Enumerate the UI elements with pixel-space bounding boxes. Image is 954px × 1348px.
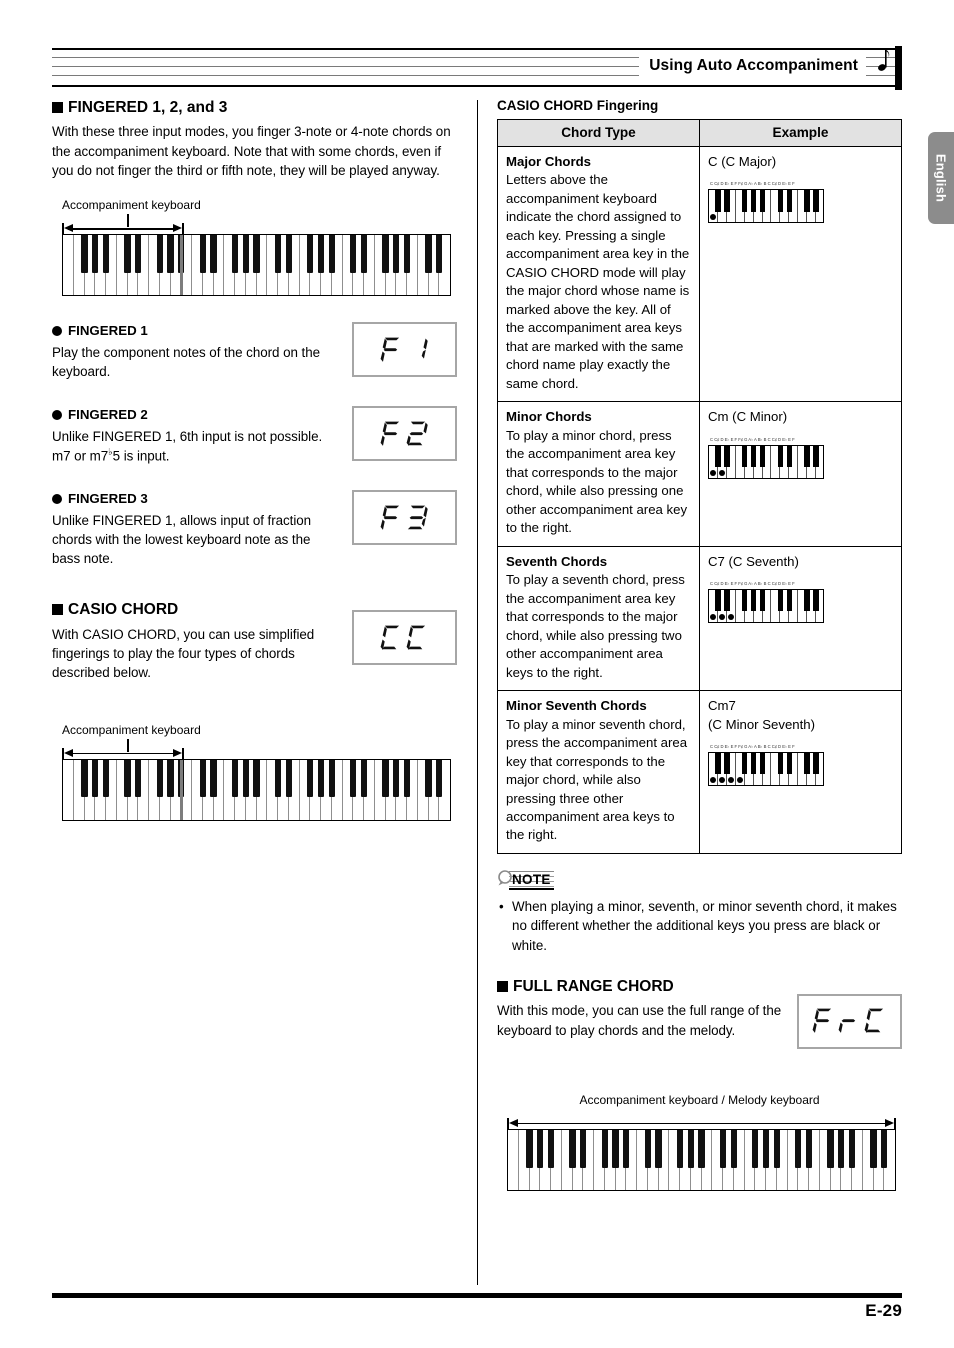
mini-keyboard-diagram: C C♯ D E♭ E F F♯ G A♭ A B♭ B C C♯ D E♭ E… — [708, 744, 893, 787]
keyboard-range-arrow — [497, 1109, 902, 1129]
chord-type-name: Minor Chords — [506, 409, 592, 425]
table-title: CASIO CHORD Fingering — [497, 98, 659, 113]
fingered-1-body: Play the component notes of the chord on… — [52, 344, 321, 379]
mini-piano-keyboard — [708, 589, 824, 624]
seven-segment-F1 — [379, 333, 431, 367]
header-end-bar — [895, 46, 902, 90]
cell-chord-type: Minor Seventh Chords To play a minor seve… — [497, 690, 700, 854]
note-box: NOTE When playing a minor, seventh, or m… — [497, 870, 902, 955]
footer-rule — [52, 1293, 902, 1298]
chord-type-description: To play a seventh chord, press the accom… — [506, 572, 685, 680]
language-tab: English — [928, 132, 954, 224]
cell-chord-type: Seventh Chords To play a seventh chord, p… — [497, 545, 700, 692]
left-column: FINGERED 1, 2, and 3 With these three in… — [52, 98, 457, 821]
table-body: Major Chords Letters above the accompanim… — [497, 145, 902, 854]
page-number: E-29 — [865, 1301, 902, 1320]
column-header-chord-type: Chord Type — [497, 119, 700, 147]
piano-keyboard — [62, 234, 451, 297]
keyboard-split-marker — [180, 759, 184, 820]
table-row: Minor Chords To play a minor chord, press… — [497, 401, 902, 547]
seven-segment-F2 — [379, 417, 431, 451]
keyboard-caption: Accompaniment keyboard — [62, 722, 201, 737]
cell-chord-type: Minor Chords To play a minor chord, press… — [497, 401, 700, 547]
eighth-note-icon — [878, 50, 890, 71]
accompaniment-keyboard-diagram-fingered: Accompaniment keyboard — [52, 198, 457, 297]
chord-type-name: Minor Seventh Chords — [506, 698, 647, 714]
mini-keyboard-note-labels: C C♯ D E♭ E F F♯ G A♭ A B♭ B C C♯ D E♭ E… — [710, 436, 795, 442]
table-row: Major Chords Letters above the accompanim… — [497, 145, 902, 403]
page-header: Using Auto Accompaniment — [52, 46, 902, 90]
seven-segment-F3 — [379, 501, 431, 535]
casio-chord-fingering-table: Chord Type Example Major Chords Letters a… — [497, 119, 902, 854]
example-chord-label: Cm (C Minor) — [708, 409, 788, 425]
chord-type-description: Letters above the accompaniment keyboard… — [506, 172, 690, 391]
cell-example: Cm (C Minor) C C♯ D E♭ E F F♯ G A♭ A B♭ … — [699, 401, 902, 547]
full-range-keyboard-diagram: Accompaniment keyboard / Melody keyboard — [497, 1093, 902, 1191]
mini-keyboard-diagram: C C♯ D E♭ E F F♯ G A♭ A B♭ B C C♯ D E♭ E… — [708, 181, 893, 224]
mini-piano-keyboard — [708, 752, 824, 787]
example-chord-label: C (C Major) — [708, 154, 777, 169]
mini-keyboard-note-labels: C C♯ D E♭ E F F♯ G A♭ A B♭ B C C♯ D E♭ E… — [710, 581, 795, 587]
mini-piano-keyboard — [708, 444, 824, 479]
chord-type-name: Major Chords — [506, 154, 591, 169]
mini-keyboard-diagram: C C♯ D E♭ E F F♯ G A♭ A B♭ B C C♯ D E♭ E… — [708, 437, 893, 479]
keyboard-range-arrow — [52, 214, 457, 235]
seven-segment-CC — [379, 621, 431, 655]
fingered-2-body-post: 5 is input. — [112, 448, 170, 464]
column-header-example: Example — [699, 119, 902, 147]
cell-example: C7 (C Seventh) C C♯ D E♭ E F F♯ G A♭ A B… — [699, 545, 902, 692]
fingered-2-body-pre: Unlike FINGERED 1, 6th input is not poss… — [52, 428, 323, 464]
note-list: When playing a minor, seventh, or minor … — [497, 897, 902, 955]
seven-segment-FrC — [811, 1004, 889, 1038]
right-column: CASIO CHORD Fingering Chord Type Example… — [497, 98, 902, 1191]
mini-piano-keyboard — [708, 189, 824, 224]
example-chord-label: C7 (C Seventh) — [708, 553, 799, 569]
table-header-row: Chord Type Example — [497, 119, 902, 147]
keyboard-split-marker — [180, 235, 184, 296]
keyboard-range-arrow — [52, 738, 457, 759]
lcd-display-fingered-2 — [352, 406, 457, 462]
keyboard-caption: Accompaniment keyboard — [62, 198, 201, 213]
accompaniment-keyboard-diagram-casio: Accompaniment keyboard — [52, 723, 457, 821]
chord-type-name: Seventh Chords — [506, 553, 608, 569]
piano-keyboard — [507, 1128, 896, 1191]
mini-keyboard-note-labels: C C♯ D E♭ E F F♯ G A♭ A B♭ B C C♯ D E♭ E… — [710, 744, 795, 750]
example-chord-label: Cm7 — [708, 698, 736, 714]
mini-keyboard-diagram: C C♯ D E♭ E F F♯ G A♭ A B♭ B C C♯ D E♭ E… — [708, 581, 893, 624]
cell-chord-type: Major Chords Letters above the accompanim… — [497, 145, 700, 403]
language-tab-label: English — [933, 153, 949, 203]
lcd-display-fingered-1 — [352, 322, 457, 378]
note-item: When playing a minor, seventh, or minor … — [497, 897, 902, 955]
table-row: Seventh Chords To play a seventh chord, p… — [497, 545, 902, 692]
fingered-3-body: Unlike FINGERED 1, allows input of fract… — [52, 512, 312, 567]
chord-type-description: To play a minor seventh chord, press the… — [506, 716, 688, 843]
column-divider — [477, 100, 478, 1285]
cell-example: C (C Major) C C♯ D E♭ E F F♯ G A♭ A B♭ B… — [699, 145, 902, 403]
fingered-section-body: With these three input modes, you finger… — [52, 124, 451, 178]
fingered-2-body: Unlike FINGERED 1, 6th input is not poss… — [52, 427, 337, 466]
lcd-display-casio-chord — [352, 610, 457, 666]
note-label: NOTE — [509, 870, 554, 890]
full-range-chord-section: FULL RANGE CHORD With this mode, you can… — [497, 977, 902, 1055]
casio-chord-body: With CASIO CHORD, you can use simplified… — [52, 626, 315, 681]
full-range-chord-body: With this mode, you can use the full ran… — [497, 1003, 782, 1038]
table-row: Minor Seventh Chords To play a minor seve… — [497, 690, 902, 854]
chord-type-description: To play a minor chord, press the accompa… — [506, 427, 688, 536]
lcd-display-full-range-chord — [797, 993, 902, 1049]
piano-keyboard — [62, 758, 451, 821]
example-chord-label-2: (C Minor Seventh) — [708, 716, 816, 732]
keyboard-caption: Accompaniment keyboard / Melody keyboard — [579, 1092, 820, 1107]
heading-fingered-section: FINGERED 1, 2, and 3 — [52, 98, 457, 117]
page-title: Using Auto Accompaniment — [639, 55, 866, 78]
mini-keyboard-note-labels: C C♯ D E♭ E F F♯ G A♭ A B♭ B C C♯ D E♭ E… — [710, 181, 795, 187]
cell-example: Cm7 (C Minor Seventh) C C♯ D E♭ E F F♯ G… — [699, 690, 902, 854]
lcd-display-fingered-3 — [352, 490, 457, 546]
